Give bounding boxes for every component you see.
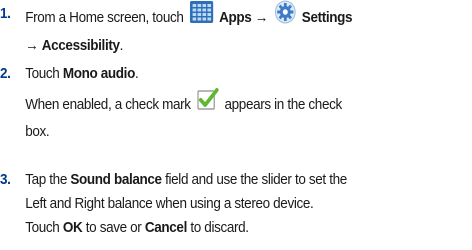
step-text: appears in the check [224,95,342,113]
step-text: to save or [85,219,142,236]
step-line: From a Home screen, touch Apps → Setting… [25,0,353,34]
step-text: Tap the [25,171,67,188]
step-body: Tap the Sound balance field and use the … [25,168,347,240]
step-text: field and use the slider to set the [165,171,347,188]
checkmark-box-icon [197,88,219,118]
step-line: When enabled, a check mark appears in th… [25,88,342,120]
mono-audio-label: Mono audio [62,65,136,82]
step-text: box. [25,123,50,140]
step-number: 3. [0,171,11,188]
step-text: to discard. [190,219,249,236]
instruction-page: 1. From a Home screen, touch Apps → Sett… [0,0,472,250]
apps-grid-icon [189,1,214,31]
sound-balance-label: Sound balance [70,171,162,188]
step-number: 2. [0,65,11,82]
step-body: From a Home screen, touch Apps → Setting… [25,0,353,58]
step-text: . [134,65,139,82]
step-line: Touch Mono audio. [25,62,342,86]
settings-label: Settings [301,8,353,26]
step-line: → Accessibility. [25,34,352,58]
step-number: 1. [0,5,11,22]
step-body: Touch Mono audio. When enabled, a check … [25,62,342,144]
arrow-glyph: → [254,8,268,26]
step-text: Touch [25,219,60,236]
step-line: Tap the Sound balance field and use the … [25,168,347,192]
arrow-glyph: → [25,37,39,54]
step-line: Left and Right balance when using a ster… [25,192,347,216]
step-text: Left and Right balance when using a ster… [25,195,314,212]
step-text: From a Home screen, touch [25,8,184,26]
step-text: Touch [25,65,60,82]
step-text: When enabled, a check mark [25,95,191,113]
step-line: Touch OK to save or Cancel to discard. [25,216,347,240]
accessibility-label: Accessibility [41,37,120,54]
step-text: . [119,37,124,54]
ok-label: OK [62,219,83,236]
apps-label: Apps [219,8,252,26]
cancel-label: Cancel [144,219,187,236]
settings-gear-icon [274,0,296,32]
step-line: box. [25,120,342,144]
